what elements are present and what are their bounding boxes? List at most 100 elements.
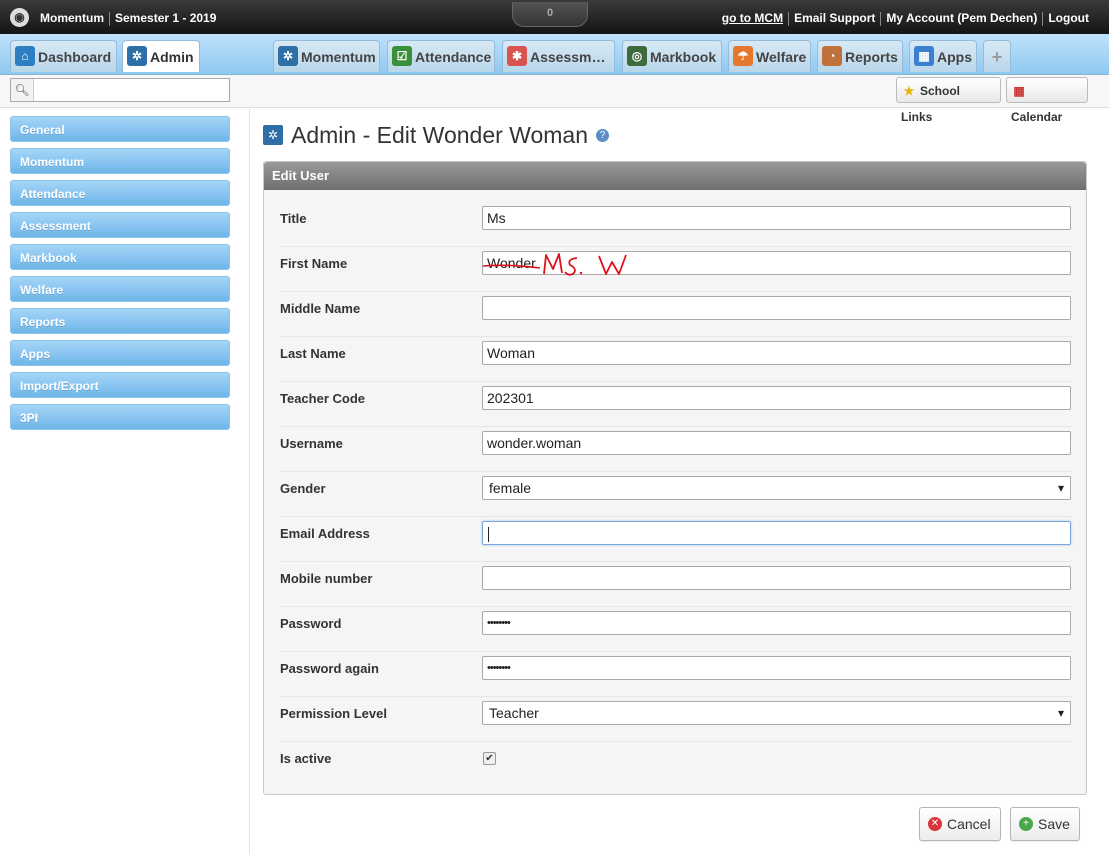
username-field[interactable]: wonder.woman xyxy=(482,431,1071,455)
teacher-code-field[interactable]: 202301 xyxy=(482,386,1071,410)
logout-link[interactable]: Logout xyxy=(1048,11,1089,25)
form-row-last-name: Last Name Woman xyxy=(280,337,1072,382)
last-name-field[interactable]: Woman xyxy=(482,341,1071,365)
top-bar: ◉ Momentum Semester 1 - 2019 0 go to MCM E… xyxy=(0,0,1109,34)
chart-icon: ◔ xyxy=(822,46,842,67)
form-row-mobile: Mobile number xyxy=(280,562,1072,607)
page-title: ✲ Admin - Edit Wonder Woman? xyxy=(263,122,609,149)
gender-value: female xyxy=(489,480,532,496)
gears-icon: ✲ xyxy=(263,124,283,145)
toolbar: 🔍︎ ★ School Links ▦Calendar xyxy=(0,75,1109,124)
checklist-icon: ☑ xyxy=(392,46,412,67)
sidebar-item-apps[interactable]: Apps xyxy=(10,340,230,366)
password-field[interactable]: •••••••• xyxy=(482,611,1071,635)
is-active-checkbox[interactable]: ✔ xyxy=(483,752,496,765)
sidebar-item-general[interactable]: General xyxy=(10,116,230,142)
app-context: Momentum Semester 1 - 2019 xyxy=(40,11,216,26)
field-label: Password again xyxy=(280,661,379,676)
password-again-field[interactable]: •••••••• xyxy=(482,656,1071,680)
sidebar-item-reports[interactable]: Reports xyxy=(10,308,230,334)
target-icon: ◎ xyxy=(627,46,647,67)
form-row-gender: Gender female xyxy=(280,472,1072,517)
field-label: Gender xyxy=(280,481,326,496)
field-label: Mobile number xyxy=(280,571,373,586)
form-row-title: Title Ms xyxy=(280,202,1072,247)
middle-name-field[interactable] xyxy=(482,296,1071,320)
tab-welfare[interactable]: ☂ Welfare xyxy=(728,40,811,72)
form-row-password-again: Password again •••••••• xyxy=(280,652,1072,697)
gears-icon: ✲ xyxy=(127,46,147,67)
top-links: go to MCM Email Support My Account (Pem De… xyxy=(722,11,1089,26)
app-name: Momentum xyxy=(40,11,104,25)
form-row-permission-level: Permission Level Teacher xyxy=(280,697,1072,742)
form-row-email: Email Address xyxy=(280,517,1072,562)
content-divider xyxy=(249,107,250,854)
tab-reports[interactable]: ◔ Reports xyxy=(817,40,903,72)
help-icon[interactable]: ? xyxy=(596,129,609,143)
add-save-icon: + xyxy=(1019,817,1033,832)
notification-counter[interactable]: 0 xyxy=(512,2,588,27)
edit-user-panel: Edit User Title Ms First Name Wonder Mid… xyxy=(263,161,1087,795)
form-row-username: Username wonder.woman xyxy=(280,427,1072,472)
tab-markbook[interactable]: ◎ Markbook xyxy=(622,40,722,72)
gear-icon: ✲ xyxy=(278,46,298,67)
field-label: Email Address xyxy=(280,526,370,541)
search-icon[interactable]: 🔍︎ xyxy=(11,79,34,101)
tab-admin[interactable]: ✲ Admin xyxy=(122,40,200,72)
email-support-link[interactable]: Email Support xyxy=(794,11,875,25)
form-row-middle-name: Middle Name xyxy=(280,292,1072,337)
field-label: Middle Name xyxy=(280,301,361,316)
semester-selector[interactable]: Semester 1 - 2019 xyxy=(115,11,216,25)
field-label: Password xyxy=(280,616,342,631)
panel-header: Edit User xyxy=(264,162,1086,190)
grid-icon: ▦ xyxy=(914,46,934,67)
my-account-link[interactable]: My Account (Pem Dechen) xyxy=(886,11,1037,25)
field-label: Permission Level xyxy=(280,706,387,721)
search-box: 🔍︎ xyxy=(10,78,230,102)
umbrella-icon: ☂ xyxy=(733,46,753,67)
tab-apps[interactable]: ▦ Apps xyxy=(909,40,977,72)
field-label: Last Name xyxy=(280,346,346,361)
sidebar-item-welfare[interactable]: Welfare xyxy=(10,276,230,302)
tab-bar: ⌂ Dashboard ✲ Admin ✲ Momentum ☑ Attendance … xyxy=(0,34,1109,75)
sidebar-item-assessment[interactable]: Assessment xyxy=(10,212,230,238)
star-icon: ★ xyxy=(903,84,915,98)
tab-attendance[interactable]: ☑ Attendance xyxy=(387,40,495,72)
momentum-logo-icon[interactable]: ◉ xyxy=(10,8,29,27)
form-row-first-name: First Name Wonder xyxy=(280,247,1072,292)
field-label: First Name xyxy=(280,256,348,271)
field-label: Title xyxy=(280,211,307,226)
cancel-button[interactable]: ✕ Cancel xyxy=(919,807,1001,841)
first-name-field[interactable]: Wonder xyxy=(482,251,1071,275)
title-field[interactable]: Ms xyxy=(482,206,1071,230)
sidebar-item-import-export[interactable]: Import/Export xyxy=(10,372,230,398)
school-links-button[interactable]: ★ School Links xyxy=(896,77,1001,124)
text-cursor xyxy=(488,526,489,542)
email-field[interactable] xyxy=(482,521,1071,545)
assessment-icon: ✱ xyxy=(507,46,527,67)
calendar-button[interactable]: ▦Calendar xyxy=(1006,77,1088,124)
add-tab-button[interactable]: + xyxy=(983,40,1011,72)
first-name-value: Wonder xyxy=(487,255,536,271)
search-input[interactable] xyxy=(35,79,225,99)
permission-level-select[interactable]: Teacher xyxy=(482,701,1071,725)
form-row-password: Password •••••••• xyxy=(280,607,1072,652)
calendar-icon: ▦ xyxy=(1013,84,1025,98)
home-icon: ⌂ xyxy=(15,46,35,67)
field-label: Is active xyxy=(280,751,332,766)
mobile-number-field[interactable] xyxy=(482,566,1071,590)
form-row-teacher-code: Teacher Code 202301 xyxy=(280,382,1072,427)
sidebar-item-momentum[interactable]: Momentum xyxy=(10,148,230,174)
permission-level-value: Teacher xyxy=(489,705,539,721)
tab-assessment[interactable]: ✱ Assessm… xyxy=(502,40,615,72)
tab-momentum[interactable]: ✲ Momentum xyxy=(273,40,380,72)
tab-dashboard[interactable]: ⌂ Dashboard xyxy=(10,40,117,72)
field-label: Teacher Code xyxy=(280,391,366,406)
sidebar-item-3pi[interactable]: 3PI xyxy=(10,404,230,430)
sidebar-item-markbook[interactable]: Markbook xyxy=(10,244,230,270)
gender-select[interactable]: female xyxy=(482,476,1071,500)
save-button[interactable]: + Save xyxy=(1010,807,1080,841)
cancel-icon: ✕ xyxy=(928,817,942,832)
go-to-mcm-link[interactable]: go to MCM xyxy=(722,11,783,25)
sidebar-item-attendance[interactable]: Attendance xyxy=(10,180,230,206)
